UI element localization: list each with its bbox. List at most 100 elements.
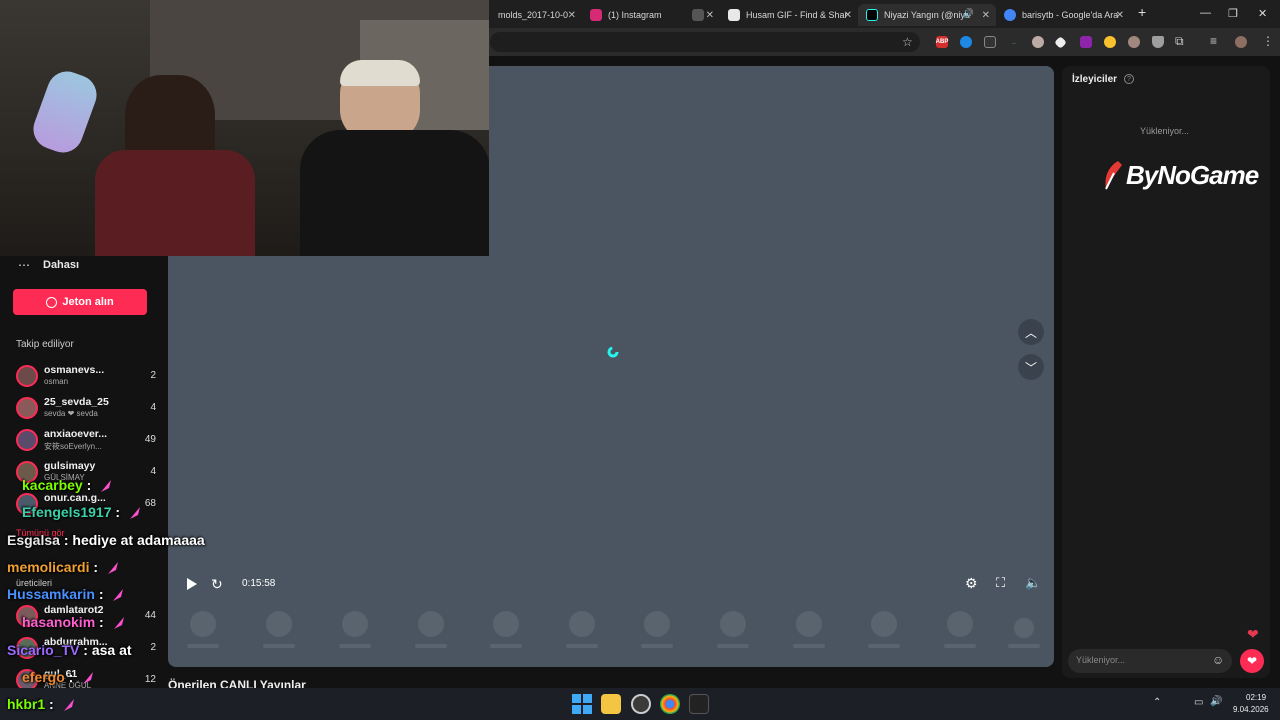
next-stream-button[interactable]: ﹀	[1018, 354, 1044, 380]
bynogame-logo: ByNoGame	[1100, 158, 1259, 192]
gift-placeholder-label	[566, 644, 598, 648]
viewers-loading: Yükleniyor...	[1140, 126, 1190, 136]
terminal-icon[interactable]	[689, 694, 709, 714]
network-icon[interactable]: ▭	[1194, 697, 1203, 708]
volume-icon[interactable]: 🔈	[1025, 575, 1041, 591]
microphone-light	[27, 65, 103, 159]
gift-placeholder	[418, 611, 444, 637]
gift-placeholder-label	[415, 644, 447, 648]
like-button[interactable]: ❤	[1240, 649, 1264, 673]
tray-chevron-icon[interactable]: ⌃	[1153, 697, 1161, 708]
extension-icon[interactable]	[984, 36, 996, 48]
following-name: onur.can.g...	[44, 492, 106, 504]
extension-icon[interactable]	[1080, 36, 1092, 48]
browser-tab-google[interactable]: barisytb - Google'da Ara ✕	[996, 4, 1130, 26]
close-window-button[interactable]: ✕	[1258, 7, 1267, 20]
viewers-panel: İzleyiciler ? Yükleniyor... ByNoGame ❤ Y…	[1062, 66, 1270, 678]
get-coins-button[interactable]: Jeton alın	[13, 289, 147, 315]
following-item[interactable]: anxiaoever... 安筱soEverlyn... 49	[16, 426, 156, 454]
chat-message: hkbr1 :	[7, 696, 76, 712]
gift-placeholder-label	[1008, 644, 1040, 648]
webcam-overlay	[0, 0, 489, 256]
more-link[interactable]: Dahası	[43, 259, 79, 271]
speaker-icon[interactable]: 🔊	[963, 8, 974, 19]
creator-count: 44	[144, 610, 156, 621]
following-sub: 安筱soEverlyn...	[44, 442, 102, 451]
puzzle-extensions-icon[interactable]: ⧉	[1175, 34, 1184, 49]
address-bar[interactable]	[490, 32, 920, 52]
coin-icon	[46, 296, 58, 308]
gif-site-icon	[728, 9, 740, 21]
extension-icon[interactable]	[1128, 36, 1140, 48]
browser-tab-tiktok-active[interactable]: Niyazi Yangın (@niya 🔊 ✕	[858, 4, 996, 26]
chat-user: efergo	[22, 669, 65, 685]
gift-placeholder	[266, 611, 292, 637]
new-tab-button[interactable]: +	[1138, 4, 1146, 20]
feather-gift-icon	[113, 617, 124, 630]
loading-spinner-icon	[607, 346, 619, 358]
get-coins-label: Jeton alın	[62, 296, 114, 308]
browser-tab-husam-gif[interactable]: Husam GIF - Find & Shar ✕	[720, 4, 858, 26]
gift-placeholder	[1014, 618, 1034, 638]
bynogame-feather-icon	[1105, 161, 1122, 190]
chat-message: kacarbey :	[22, 477, 113, 493]
comment-input[interactable]: Yükleniyor... ☺	[1068, 649, 1232, 673]
clock-date[interactable]: 9.04.2026	[1233, 705, 1269, 714]
close-icon[interactable]: ✕	[844, 10, 852, 21]
feather-gift-icon	[63, 699, 74, 712]
profile-avatar[interactable]	[1235, 36, 1247, 48]
chat-user: hkbr1	[7, 696, 46, 712]
windows-start-icon[interactable]	[572, 694, 592, 714]
following-count: 49	[144, 434, 156, 445]
following-item[interactable]: 25_sevda_25 sevda ❤ sevda 4	[16, 394, 156, 422]
extension-icon[interactable]	[960, 36, 972, 48]
browser-tab-1[interactable]: molds_2017-10-0 ✕	[490, 4, 582, 26]
help-icon[interactable]: ?	[1124, 74, 1134, 84]
emoji-icon[interactable]: ☺	[1212, 653, 1224, 667]
minimize-button[interactable]: —	[1200, 7, 1211, 19]
close-icon[interactable]: ✕	[1116, 10, 1124, 21]
extension-icon[interactable]	[1032, 36, 1044, 48]
tab-title: molds_2017-10-0	[498, 10, 569, 20]
close-icon[interactable]: ✕	[568, 10, 576, 21]
following-name: 25_sevda_25	[44, 396, 109, 408]
more-icon[interactable]: ⋯	[18, 258, 30, 272]
obs-icon[interactable]	[631, 694, 651, 714]
file-explorer-icon[interactable]	[601, 694, 621, 714]
heart-icon: ❤	[1246, 654, 1258, 668]
shield-extension-icon[interactable]	[1152, 36, 1164, 48]
maximize-button[interactable]: ❐	[1228, 7, 1238, 20]
gift-placeholder-label	[490, 644, 522, 648]
bookmark-star-icon[interactable]: ☆	[902, 35, 913, 49]
menu-kebab-icon[interactable]: ⋮	[1262, 34, 1274, 48]
fullscreen-icon[interactable]: ⛶	[996, 575, 1005, 591]
feather-gift-icon	[107, 562, 118, 575]
gift-placeholder	[493, 611, 519, 637]
settings-gear-icon[interactable]: ⚙	[965, 575, 978, 592]
following-count: 4	[150, 402, 156, 413]
extension-icon[interactable]: _	[1008, 36, 1020, 48]
refresh-button[interactable]: ↻	[211, 576, 227, 592]
gift-placeholder-label	[263, 644, 295, 648]
avatar	[16, 365, 38, 387]
google-icon	[1004, 9, 1016, 21]
chrome-icon[interactable]	[660, 694, 680, 714]
chat-message: memolicardi :	[7, 559, 120, 575]
reading-list-icon[interactable]: ≡	[1210, 34, 1217, 48]
clock-time[interactable]: 02:19	[1246, 693, 1266, 702]
previous-stream-button[interactable]: ︿	[1018, 319, 1044, 345]
extension-icon[interactable]	[1104, 36, 1116, 48]
gift-placeholder-label	[339, 644, 371, 648]
following-item[interactable]: osmanevs... osman 2	[16, 362, 156, 390]
close-icon[interactable]: ✕	[982, 10, 990, 21]
browser-tab-3[interactable]	[684, 4, 720, 26]
following-count: 4	[150, 466, 156, 477]
following-name: gulsimayy	[44, 460, 96, 472]
adblock-extension-icon[interactable]: ABP	[936, 36, 948, 48]
gift-placeholder-label	[641, 644, 673, 648]
feather-gift-icon	[101, 480, 112, 493]
chat-user: memolicardi	[7, 559, 90, 575]
tab-title: (1) Instagram	[608, 10, 662, 20]
play-button[interactable]	[184, 577, 198, 591]
volume-tray-icon[interactable]: 🔊	[1210, 696, 1222, 707]
